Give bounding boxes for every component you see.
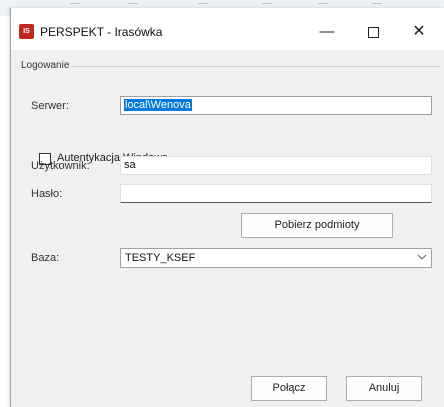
user-label: Użytkownik: bbox=[31, 160, 90, 172]
app-icon: IS bbox=[19, 24, 34, 39]
connect-button[interactable]: Połącz bbox=[251, 376, 327, 401]
password-input[interactable] bbox=[120, 184, 432, 203]
title-bar[interactable]: IS PERSPEKT - Irasówka — ✕ bbox=[11, 8, 444, 50]
server-input[interactable]: local\Wenova bbox=[120, 96, 432, 115]
database-value: TESTY_KSEF bbox=[125, 252, 196, 264]
login-dialog: IS PERSPEKT - Irasówka — ✕ Logowanie Ser… bbox=[10, 8, 444, 407]
chevron-down-icon bbox=[417, 254, 427, 260]
password-label: Hasło: bbox=[31, 188, 63, 200]
maximize-button[interactable] bbox=[351, 18, 395, 46]
maximize-icon bbox=[367, 26, 379, 38]
server-label: Serwer: bbox=[31, 100, 69, 112]
server-value: local\Wenova bbox=[124, 99, 192, 111]
group-divider bbox=[71, 66, 441, 67]
group-label-logowanie: Logowanie bbox=[21, 60, 70, 71]
user-input[interactable]: sa bbox=[120, 156, 432, 175]
minimize-button[interactable]: — bbox=[305, 18, 349, 46]
window-title: PERSPEKT - Irasówka bbox=[40, 25, 163, 39]
database-label: Baza: bbox=[31, 252, 60, 264]
fetch-entities-button[interactable]: Pobierz podmioty bbox=[241, 213, 393, 238]
database-select[interactable]: TESTY_KSEF bbox=[120, 248, 432, 268]
user-value: sa bbox=[124, 159, 136, 171]
cancel-button[interactable]: Anuluj bbox=[346, 376, 422, 401]
close-button[interactable]: ✕ bbox=[397, 18, 441, 46]
